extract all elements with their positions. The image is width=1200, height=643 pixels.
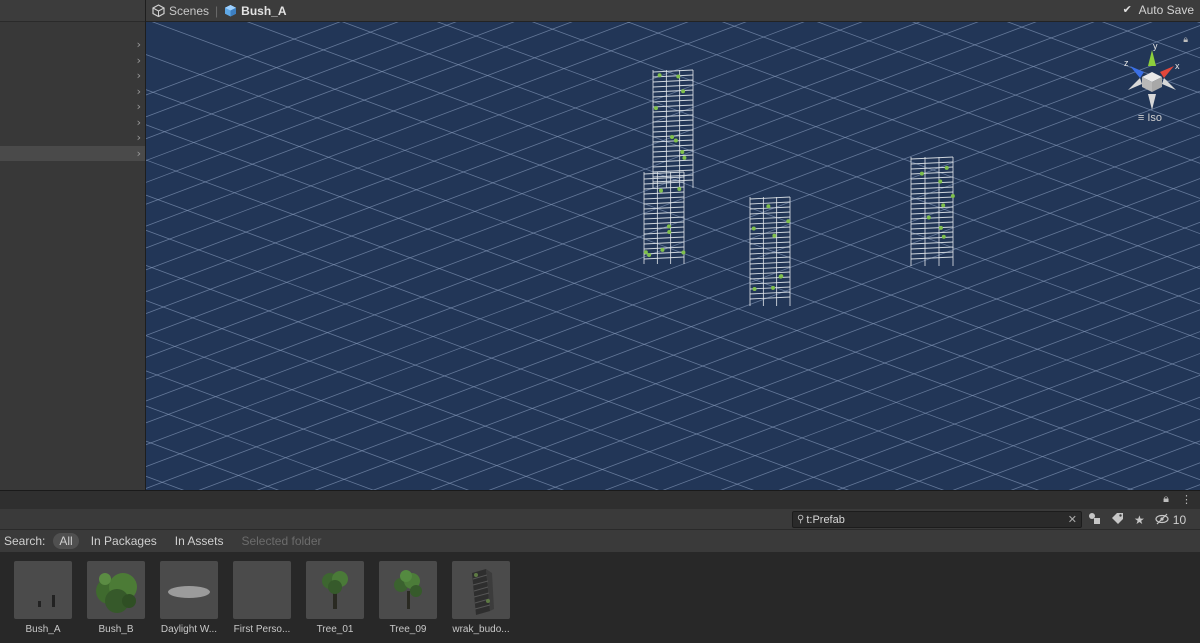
asset-thumbnail[interactable] [233,561,291,619]
hierarchy-list: › › › › › › › › [0,37,145,161]
auto-save-toggle[interactable]: ✔ Auto Save [1123,3,1194,17]
asset-item[interactable]: Daylight W... [160,561,218,643]
search-scope-bar: Search: All In Packages In Assets Select… [0,530,1200,552]
asset-label: Daylight W... [152,624,226,635]
asset-label: First Perso... [225,624,299,635]
hidden-packages-eye-icon[interactable] [1155,513,1169,528]
svg-text:z: z [1124,58,1129,68]
prefab-cube-icon [224,4,237,17]
hierarchy-row[interactable]: › [0,99,145,115]
asset-thumbnail[interactable] [306,561,364,619]
asset-thumbnail[interactable] [379,561,437,619]
hierarchy-row[interactable]: › [0,84,145,100]
breadcrumb-scenes[interactable]: Scenes [152,4,209,18]
scaffold-tower [911,157,955,266]
breadcrumb-prefab-label: Bush_A [241,4,286,18]
search-field[interactable]: ⚲ ✕ [792,511,1082,528]
project-panel: 🔒︎ ⋮ ⚲ ✕ ★ 10 [0,490,1200,643]
hierarchy-row[interactable]: › [0,37,145,53]
chevron-right-icon[interactable]: › [137,38,141,51]
chevron-right-icon[interactable]: › [137,54,141,67]
chevron-right-icon[interactable]: › [137,100,141,113]
asset-label: Tree_01 [298,624,372,635]
asset-grid: Bush_A Bush_B Daylight W... First Perso.… [0,561,1200,643]
scaffold-tower [750,197,790,306]
tree-icon [306,561,364,619]
unity-scene-icon [152,4,165,17]
chevron-right-icon[interactable]: › [137,131,141,144]
bush-icon [87,561,145,619]
scaffold-tower [653,70,693,188]
tiny-prefab-icon [14,561,72,619]
label-tag-icon[interactable] [1111,512,1124,528]
x-axis-cone-icon [1160,66,1174,78]
clear-search-icon[interactable]: ✕ [1068,513,1077,526]
asset-label: Bush_A [6,624,80,635]
breadcrumb-prefab[interactable]: Bush_A [224,4,286,18]
project-panel-header: 🔒︎ ⋮ [0,491,1200,509]
editor-window: › › › › › › › › Scenes | Bush_A ✔ Auto Save [0,0,1200,643]
asset-item[interactable]: Tree_09 [379,561,437,643]
favorite-star-icon[interactable]: ★ [1134,513,1145,527]
asset-item[interactable]: Tree_01 [306,561,364,643]
projection-label: Iso [1147,112,1162,124]
asset-thumbnail[interactable] [452,561,510,619]
menu-lines-icon: ≡ [1138,112,1144,124]
chevron-right-icon[interactable]: › [137,116,141,129]
scene-breadcrumb-bar: Scenes | Bush_A ✔ Auto Save [146,0,1200,22]
hierarchy-row[interactable]: › [0,68,145,84]
asset-thumbnail[interactable] [87,561,145,619]
projection-toggle[interactable]: ≡ Iso [1138,112,1162,124]
breadcrumb-separator: | [215,4,218,18]
search-input[interactable] [806,514,1056,526]
chevron-right-icon[interactable]: › [137,85,141,98]
z-axis-cone-icon [1130,66,1144,78]
hierarchy-toolbar [0,0,145,22]
hierarchy-row[interactable]: › [0,53,145,69]
flat-disc-icon [160,561,218,619]
orientation-gizmo[interactable]: y x z [1120,42,1184,118]
scaffold-tower [644,172,686,264]
project-toolbar: ⚲ ✕ ★ 10 [0,509,1200,530]
hierarchy-row[interactable]: › [0,130,145,146]
asset-item[interactable]: First Perso... [233,561,291,643]
building-icon [452,561,510,619]
chevron-right-icon[interactable]: › [137,147,141,160]
hierarchy-panel: › › › › › › › › [0,0,146,490]
more-options-icon[interactable]: ⋮ [1181,493,1192,506]
scene-viewport[interactable]: 🔒︎ y x z ≡ Iso [146,22,1200,490]
lock-icon[interactable]: 🔒︎ [1163,493,1169,506]
search-icon: ⚲ [797,514,804,525]
filter-all[interactable]: All [53,533,78,549]
search-scope-label: Search: [4,534,45,548]
filter-selected-folder: Selected folder [235,533,327,549]
search-by-type-icon[interactable] [1088,512,1101,528]
checkmark-icon[interactable]: ✔ [1123,4,1135,16]
hierarchy-row[interactable]: › [0,146,145,162]
asset-thumbnail[interactable] [160,561,218,619]
svg-text:y: y [1153,42,1158,51]
asset-item[interactable]: Bush_A [14,561,72,643]
asset-label: Tree_09 [371,624,445,635]
breadcrumb-scenes-label: Scenes [169,4,209,18]
filter-in-assets[interactable]: In Assets [169,533,230,549]
asset-item[interactable]: wrak_budo... [452,561,510,643]
scene-objects [146,22,1200,490]
asset-item[interactable]: Bush_B [87,561,145,643]
tree-icon [379,561,437,619]
svg-text:x: x [1175,61,1180,71]
hierarchy-row[interactable]: › [0,115,145,131]
y-axis-cone-icon [1148,50,1156,66]
chevron-right-icon[interactable]: › [137,69,141,82]
auto-save-label: Auto Save [1139,3,1194,17]
asset-label: wrak_budo... [444,624,518,635]
asset-label: Bush_B [79,624,153,635]
asset-thumbnail[interactable] [14,561,72,619]
filter-in-packages[interactable]: In Packages [85,533,163,549]
hidden-packages-count: 10 [1173,513,1186,527]
